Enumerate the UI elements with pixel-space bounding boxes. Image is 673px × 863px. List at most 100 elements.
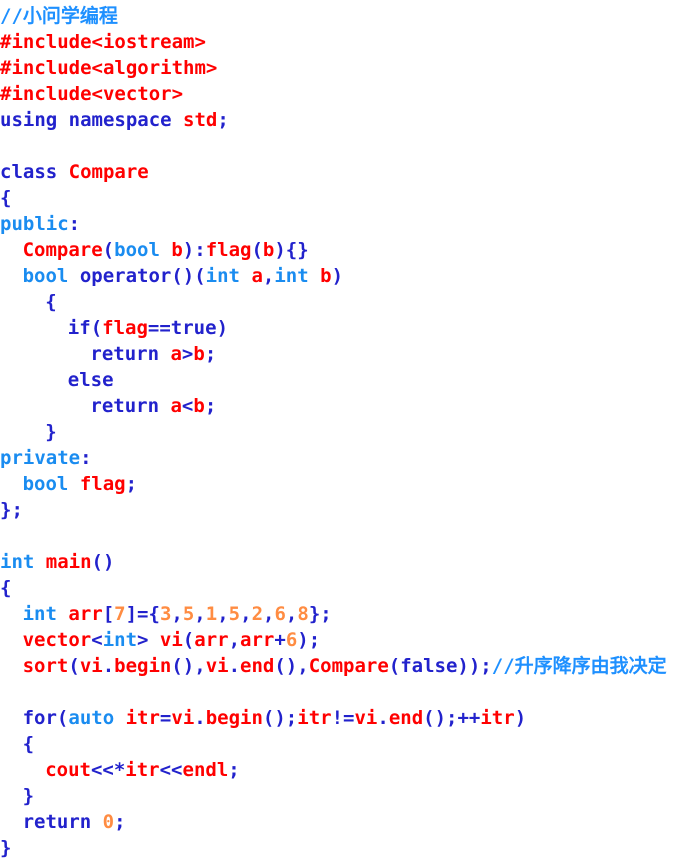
- code-token-ident: end: [240, 655, 275, 677]
- code-token-kw: true: [170, 317, 217, 339]
- code-token-ident: a: [251, 265, 263, 287]
- code-line: if(flag==true): [0, 315, 673, 341]
- code-token-punc: {: [0, 187, 12, 209]
- code-token-punc: <<: [159, 759, 183, 781]
- code-line: #include<iostream>: [0, 29, 673, 55]
- code-token-punc: [68, 473, 79, 495]
- code-token-punc: ;: [204, 395, 217, 417]
- code-token-punc: <: [91, 629, 103, 651]
- code-token-ident: end: [388, 707, 424, 729]
- code-token-ident: itr: [480, 707, 515, 729]
- code-token-punc: .: [194, 707, 206, 729]
- code-line: else: [0, 367, 673, 393]
- code-token-punc: ,: [217, 603, 229, 625]
- code-token-kw: return: [22, 811, 103, 833]
- code-token-punc: (: [388, 655, 401, 677]
- code-token-punc: }: [0, 837, 12, 859]
- code-line: }: [0, 419, 673, 445]
- code-token-punc: ++: [457, 707, 481, 729]
- code-token-type: bool: [114, 239, 160, 261]
- code-line: for(auto itr=vi.begin();itr!=vi.end();++…: [0, 705, 673, 731]
- code-token-ident: Compare: [68, 161, 149, 183]
- code-token-ident: flag: [205, 239, 252, 261]
- code-token-punc: }: [22, 785, 35, 807]
- code-token-punc: +: [274, 629, 286, 651]
- code-line: };: [0, 497, 673, 523]
- code-line: }: [0, 783, 673, 809]
- code-line: bool flag;: [0, 471, 673, 497]
- code-token-type: bool: [22, 473, 69, 495]
- code-token-ident: itr: [125, 759, 160, 781]
- code-token-num: 6: [274, 603, 286, 625]
- code-token-ident: Compare: [308, 655, 389, 677]
- code-token-ident: b: [193, 395, 205, 417]
- code-token-punc: ,: [262, 265, 275, 287]
- code-token-punc: .: [228, 655, 241, 677]
- code-token-ident: cout: [45, 759, 91, 781]
- code-token-num: 1: [205, 603, 218, 625]
- code-token-punc: >: [181, 343, 194, 365]
- code-editor[interactable]: //小问学编程 #include<iostream> #include<algori…: [0, 0, 673, 863]
- code-token-punc: ,: [171, 603, 183, 625]
- code-token-punc: ): [514, 707, 527, 729]
- code-token-punc: =: [159, 707, 172, 729]
- code-token-type: int: [205, 265, 240, 287]
- code-token-pre: #include<algorithm>: [0, 57, 218, 79]
- code-line: }: [0, 835, 673, 861]
- code-token-punc: ): [216, 317, 229, 339]
- code-line: return a<b;: [0, 393, 673, 419]
- code-token-punc: {: [22, 733, 35, 755]
- code-token-punc: [309, 265, 320, 287]
- code-token-kw: class: [0, 161, 69, 183]
- code-token-num: 7: [114, 603, 126, 625]
- code-token-num: 8: [297, 603, 309, 625]
- code-token-ident: itr: [125, 707, 160, 729]
- code-line: #include<vector>: [0, 81, 673, 107]
- code-token-punc: ;: [204, 343, 217, 365]
- code-token-punc: ();: [262, 707, 298, 729]
- code-token-ident: vi: [159, 629, 183, 651]
- code-token-punc: ,: [194, 603, 206, 625]
- code-line: bool operator()(int a,int b): [0, 263, 673, 289]
- code-token-punc: >: [137, 629, 160, 651]
- code-token-ident: Compare: [22, 239, 103, 261]
- code-token-punc: .: [102, 655, 115, 677]
- code-token-punc: (: [102, 239, 115, 261]
- code-token-punc: [68, 265, 79, 287]
- code-line: class Compare: [0, 159, 673, 185]
- code-token-punc: (: [56, 707, 69, 729]
- code-token-num: 6: [285, 629, 298, 651]
- code-token-ident: endl: [182, 759, 229, 781]
- code-token-pre: #include<vector>: [0, 83, 184, 105]
- code-token-ident: a: [170, 343, 182, 365]
- code-token-punc: ()(: [171, 265, 206, 287]
- code-token-ident: vector: [22, 629, 92, 651]
- code-token-punc: :: [68, 213, 81, 235]
- code-token-kw: return: [90, 343, 171, 365]
- code-token-kw: if: [67, 317, 91, 339]
- code-token-punc: (: [90, 317, 103, 339]
- code-token-type: auto: [68, 707, 115, 729]
- code-token-punc: (): [91, 551, 115, 573]
- code-token-punc: :: [80, 447, 92, 469]
- code-line: vector<int> vi(arr,arr+6);: [0, 627, 673, 653]
- code-token-ident: b: [171, 239, 183, 261]
- code-line: int arr[7]={3,5,1,5,2,6,8};: [0, 601, 673, 627]
- code-token-punc: }: [45, 421, 57, 443]
- code-token-ident: begin: [114, 655, 172, 677]
- code-token-punc: );: [297, 629, 321, 651]
- code-line: cout<<*itr<<endl;: [0, 757, 673, 783]
- code-token-punc: (: [68, 655, 80, 677]
- code-line: return 0;: [0, 809, 673, 835]
- code-token-punc: <<*: [90, 759, 126, 781]
- code-token-punc: ;: [228, 759, 240, 781]
- code-token-comment: //升序降序由我决定: [491, 655, 667, 677]
- code-token-type: int: [102, 629, 138, 651]
- code-token-punc: ,: [240, 603, 252, 625]
- code-token-ident: flag: [79, 473, 126, 495]
- code-token-punc: (: [182, 629, 195, 651]
- code-token-ident: sort: [22, 655, 69, 677]
